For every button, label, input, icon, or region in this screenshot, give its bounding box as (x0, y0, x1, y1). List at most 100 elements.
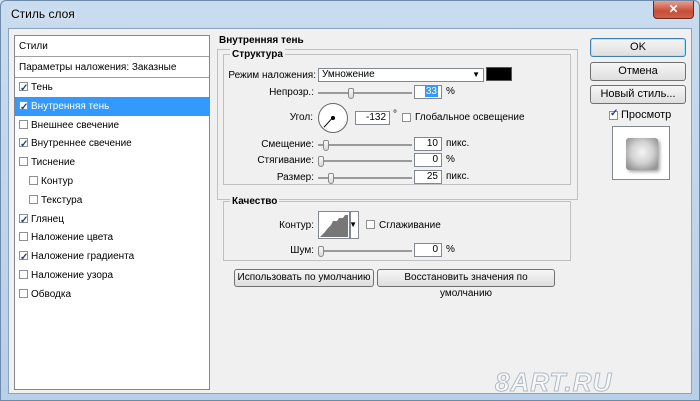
noise-input[interactable]: 0 (414, 243, 442, 257)
style-item-checkbox[interactable] (19, 135, 28, 154)
angle-unit: ° (393, 109, 397, 120)
style-item-checkbox[interactable] (19, 248, 28, 267)
close-icon: ✕ (668, 2, 679, 16)
noise-slider[interactable] (318, 246, 412, 257)
distance-label: Смещение: (261, 139, 314, 150)
distance-slider-thumb[interactable] (323, 140, 329, 151)
contour-curve-icon (320, 215, 348, 237)
style-item-label: Наложение градиента (31, 251, 135, 263)
size-unit: пикс. (446, 171, 470, 182)
close-button[interactable]: ✕ (653, 1, 694, 19)
layer-style-window: Стиль слоя ✕ Стили Параметры наложения: … (0, 0, 700, 401)
antialias-checkbox[interactable] (366, 220, 375, 229)
blend-mode-value: Умножение (322, 69, 375, 80)
style-item[interactable]: Наложение градиента (15, 247, 209, 267)
blending-options-item[interactable]: Параметры наложения: Заказные (15, 57, 209, 78)
size-input[interactable]: 25 (414, 170, 442, 184)
opacity-value: 33 (424, 86, 438, 97)
style-item-label: Глянец (31, 213, 64, 225)
distance-slider[interactable] (318, 140, 412, 151)
noise-slider-thumb[interactable] (318, 246, 324, 257)
choke-unit: % (446, 154, 455, 165)
contour-dropdown[interactable]: ▼ (349, 211, 359, 239)
opacity-label: Непрозр.: (269, 87, 314, 98)
style-item-label: Внутренняя тень (31, 100, 110, 112)
size-slider-thumb[interactable] (328, 173, 334, 184)
style-item-label: Внутреннее свечение (31, 138, 132, 150)
style-item-label: Контур (41, 176, 74, 187)
style-item-checkbox[interactable] (19, 119, 28, 129)
new-style-button[interactable]: Новый стиль... (590, 85, 686, 104)
style-item-checkbox[interactable] (29, 194, 38, 204)
style-item-checkbox[interactable] (29, 176, 38, 185)
shadow-color-swatch[interactable] (486, 67, 512, 81)
global-light-checkbox[interactable] (402, 113, 411, 122)
contour-chevron-icon: ▼ (349, 220, 357, 229)
size-slider[interactable] (318, 173, 412, 184)
noise-label: Шум: (290, 245, 314, 256)
cancel-button[interactable]: Отмена (590, 62, 686, 81)
style-item-label: Внешнее свечение (31, 119, 120, 131)
style-item-checkbox[interactable] (19, 270, 28, 279)
style-item-label: Текстура (41, 194, 83, 206)
choke-slider[interactable] (318, 156, 412, 167)
antialias-label[interactable]: Сглаживание (379, 220, 441, 231)
distance-unit: пикс. (446, 138, 470, 149)
style-item-checkbox[interactable] (19, 79, 28, 98)
window-title: Стиль слоя (11, 7, 75, 21)
distance-input[interactable]: 10 (414, 137, 442, 151)
noise-unit: % (446, 244, 455, 255)
style-item[interactable]: Текстура (15, 191, 209, 210)
preview-thumbnail (626, 138, 658, 170)
style-item-label: Наложение цвета (31, 232, 114, 244)
angle-label: Угол: (289, 112, 313, 123)
styles-list: Стили Параметры наложения: Заказные Тень… (14, 35, 210, 390)
global-light-label[interactable]: Глобальное освещение (415, 112, 525, 123)
style-item-label: Тиснение (31, 157, 76, 169)
style-preview (612, 126, 670, 180)
style-item[interactable]: Глянец (15, 210, 209, 230)
angle-dial[interactable] (318, 103, 348, 133)
styles-header[interactable]: Стили (15, 36, 209, 57)
style-item[interactable]: Внутреннее свечение (15, 134, 209, 154)
blend-mode-select[interactable]: Умножение ▼ (318, 68, 484, 82)
title-bar[interactable]: Стиль слоя ✕ (1, 1, 699, 27)
choke-slider-thumb[interactable] (318, 156, 324, 167)
blend-mode-label: Режим наложения: (228, 70, 316, 81)
reset-default-button[interactable]: Восстановить значения по умолчанию (377, 269, 555, 299)
style-item-checkbox[interactable] (19, 211, 28, 230)
choke-label: Стягивание: (257, 155, 314, 166)
style-item-checkbox[interactable] (19, 98, 28, 117)
quality-title: Качество (230, 196, 280, 207)
preview-checkbox[interactable] (609, 108, 618, 120)
style-item[interactable]: Внешнее свечение (15, 116, 209, 135)
chevron-down-icon: ▼ (472, 70, 480, 79)
opacity-slider[interactable] (318, 88, 412, 99)
style-item[interactable]: Наложение цвета (15, 228, 209, 247)
style-item[interactable]: Внутренняя тень (15, 96, 209, 117)
style-item[interactable]: Тиснение (15, 153, 209, 172)
style-item-checkbox[interactable] (19, 157, 28, 167)
opacity-input[interactable]: 33 (414, 85, 442, 99)
make-default-button[interactable]: Использовать по умолчанию (234, 269, 374, 287)
style-item-checkbox[interactable] (19, 288, 28, 298)
style-item[interactable]: Обводка (15, 285, 209, 304)
style-item-label: Обводка (31, 288, 72, 300)
contour-picker[interactable] (318, 211, 350, 239)
preview-label[interactable]: Просмотр (621, 109, 671, 121)
choke-input[interactable]: 0 (414, 153, 442, 167)
contour-label: Контур: (279, 220, 314, 231)
angle-input[interactable]: -132 (355, 111, 390, 125)
style-item-checkbox[interactable] (19, 232, 28, 242)
opacity-unit: % (446, 86, 455, 97)
angle-dial-center (331, 116, 335, 120)
style-item[interactable]: Наложение узора (15, 266, 209, 285)
style-item-label: Тень (31, 82, 53, 93)
watermark-logo: 8ART.RU (494, 367, 613, 398)
style-item[interactable]: Тень (15, 78, 209, 98)
structure-title: Структура (230, 49, 285, 60)
style-item[interactable]: Контур (15, 172, 209, 191)
ok-button[interactable]: OK (590, 38, 686, 57)
dialog-body: Стили Параметры наложения: Заказные Тень… (8, 28, 692, 394)
opacity-slider-thumb[interactable] (348, 88, 354, 99)
